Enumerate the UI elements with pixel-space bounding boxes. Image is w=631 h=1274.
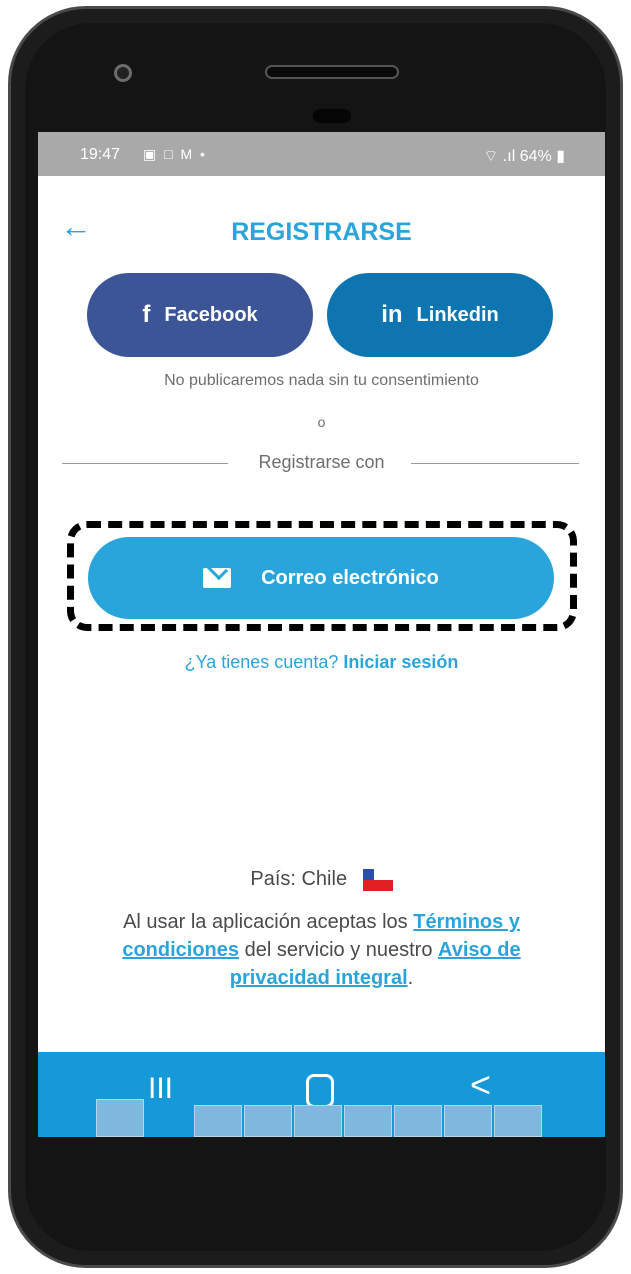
linkedin-icon: in [381,301,403,328]
facebook-icon: f [142,301,151,328]
login-link[interactable]: Iniciar sesión [343,652,458,672]
thumbnail-strip [96,1097,556,1137]
country-label: País: Chile [250,868,348,890]
battery-icon: ▮ [556,148,565,165]
thumbnail [444,1105,492,1137]
or-separator: o [317,414,326,430]
facebook-button[interactable]: f Facebook [87,273,313,357]
facebook-label: Facebook [164,303,258,326]
linkedin-label: Linkedin [416,303,499,326]
status-bar: 19:47 ▣ □ M • ⌔ .ıl 64% ▮ [38,132,605,176]
battery-level: 64% [519,148,552,165]
thumbnail [96,1099,144,1137]
thumbnail [344,1105,392,1137]
front-camera-icon [114,64,132,82]
thumbnail [244,1105,292,1137]
linkedin-button[interactable]: in Linkedin [327,273,553,357]
notification-icons: ▣ □ M • [143,146,207,162]
terms-part3: . [407,967,414,989]
terms-part2: del servicio y nuestro [244,939,433,961]
status-time: 19:47 [80,146,121,163]
thumbnail [194,1105,242,1137]
email-button-label: Correo electrónico [261,566,439,589]
country-selector[interactable]: País: Chile [38,868,605,891]
mail-icon [203,568,232,588]
thumbnail [294,1105,342,1137]
thumbnail [394,1105,442,1137]
terms-part1: Al usar la aplicación aceptas los [123,911,408,933]
proximity-sensor [313,109,351,123]
signal-icon: ⌔ .ıl [483,148,516,165]
email-signup-button[interactable]: Correo electrónico [88,537,554,619]
page-title: REGISTRARSE [231,218,412,246]
status-right: ⌔ .ıl 64% ▮ [483,146,565,166]
consent-disclaimer: No publicaremos nada sin tu consentimien… [164,372,479,389]
login-prompt: ¿Ya tienes cuenta? Iniciar sesión [38,652,605,673]
app-screen: 19:47 ▣ □ M • ⌔ .ıl 64% ▮ ← REGISTRARSE … [38,132,605,1137]
speaker-grille [265,65,399,79]
divider-line-right [411,463,579,464]
thumbnail [494,1105,542,1137]
login-prefix: ¿Ya tienes cuenta? [184,652,339,672]
chile-flag-icon [362,868,393,891]
terms-text: Al usar la aplicación aceptas los Términ… [98,908,545,992]
